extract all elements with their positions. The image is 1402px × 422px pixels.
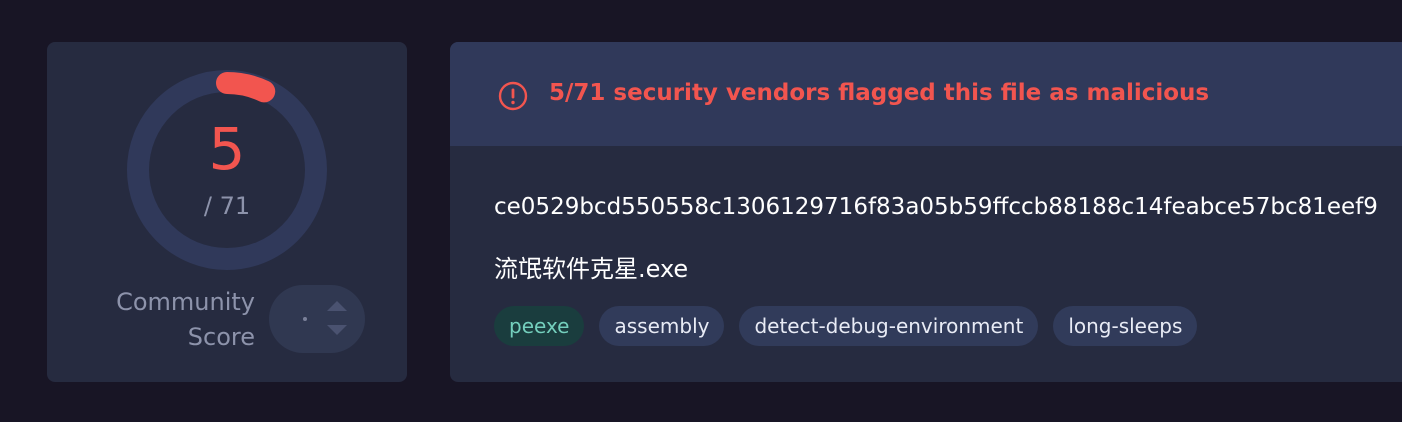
downvote-arrow-icon[interactable] (327, 325, 347, 335)
community-label-line1: Community (116, 288, 255, 316)
exclamation-circle-icon (498, 81, 528, 111)
detection-message: 5/71 security vendors flagged this file … (549, 80, 1210, 106)
file-hash[interactable]: ce0529bcd550558c1306129716f83a05b59ffccb… (494, 194, 1378, 220)
tag-item[interactable]: detect-debug-environment (739, 306, 1039, 346)
gauge-detection-arc (216, 72, 276, 103)
tag-item[interactable]: long-sleeps (1053, 306, 1198, 346)
detection-card: 5/71 security vendors flagged this file … (450, 42, 1402, 382)
tag-file-type[interactable]: peexe (494, 306, 585, 346)
detection-gauge: 5 / 71 (127, 70, 327, 270)
vote-neutral-dot-icon (303, 317, 307, 321)
file-name: 流氓软件克星.exe (494, 255, 689, 283)
community-vote-control[interactable] (269, 285, 365, 353)
detected-count: 5 (208, 115, 246, 183)
community-score-card: 5 / 71 Community Score (47, 42, 407, 382)
tag-list: peexe assembly detect-debug-environment … (494, 306, 1198, 346)
detection-banner: 5/71 security vendors flagged this file … (450, 42, 1402, 146)
tag-item[interactable]: assembly (599, 306, 725, 346)
upvote-arrow-icon[interactable] (327, 301, 347, 311)
community-label-line2: Score (187, 323, 255, 351)
community-score-label: Community Score (97, 285, 255, 355)
total-engines: / 71 (203, 192, 251, 220)
